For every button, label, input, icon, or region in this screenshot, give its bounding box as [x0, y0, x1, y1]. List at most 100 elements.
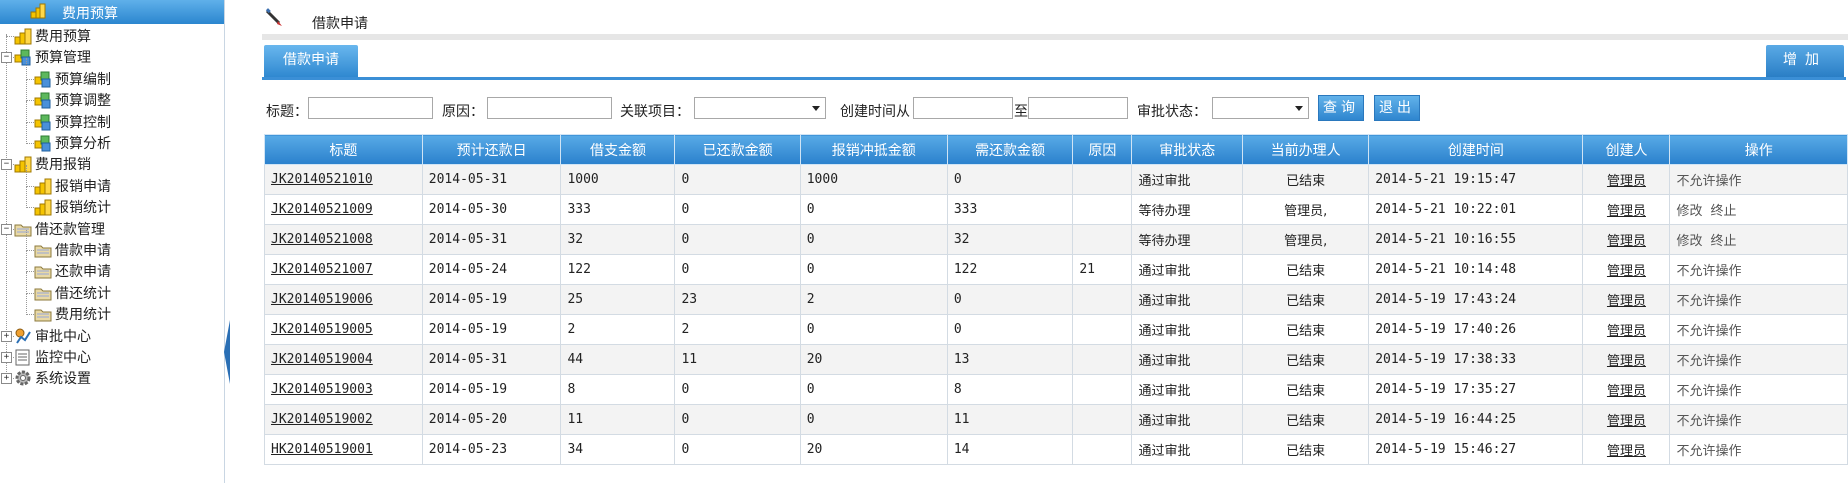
creator-link[interactable]: 管理员 [1607, 294, 1646, 309]
edit-action[interactable]: 修改 [1676, 234, 1702, 249]
title-link[interactable]: JK20140519004 [271, 352, 373, 367]
tree-branch-line [26, 271, 34, 273]
column-header: 需还款金额 [946, 134, 1074, 165]
creator-link[interactable]: 管理员 [1607, 234, 1646, 249]
creator-link[interactable]: 管理员 [1607, 414, 1646, 429]
sidebar-item[interactable]: 借还统计 [34, 282, 111, 304]
ops-cell: 不允许操作 [1669, 404, 1848, 435]
sidebar-item[interactable]: 预算分析 [34, 132, 111, 154]
sidebar-item[interactable]: 费用统计 [34, 303, 111, 325]
created-from-input[interactable] [913, 97, 1013, 119]
expand-toggle-icon[interactable]: + [1, 373, 12, 385]
tree-child-line [26, 293, 27, 316]
query-button[interactable]: 查询 [1318, 95, 1364, 121]
status-filter-select[interactable] [1212, 97, 1309, 119]
title-link[interactable]: JK20140519002 [271, 412, 373, 427]
creator-link[interactable]: 管理员 [1607, 174, 1646, 189]
sidebar-item[interactable]: 借款申请 [34, 239, 111, 261]
expand-toggle-icon[interactable]: + [1, 352, 12, 363]
terminate-action[interactable]: 终止 [1711, 204, 1737, 219]
reason-filter-label: 原因： [442, 104, 484, 120]
tree-child-line [26, 58, 27, 80]
edit-action[interactable]: 修改 [1676, 204, 1702, 219]
sidebar-item-label: 预算管理 [35, 50, 91, 67]
table-row[interactable]: JK20140519005 2014-05-19 2 2 0 0 通过审批 已结束 2014-5… [264, 314, 1848, 345]
repaid-amount-cell: 2 [674, 314, 801, 345]
status-cell: 通过审批 [1131, 164, 1244, 195]
table-row[interactable]: JK20140521007 2014-05-24 122 0 0 122 21 通过审批 已结束… [264, 254, 1848, 285]
collapse-toggle-icon[interactable]: − [1, 52, 12, 64]
tree-branch-line [26, 250, 34, 251]
table-row[interactable]: JK20140521008 2014-05-31 32 0 0 32 等待办理 管理员, 201… [264, 224, 1848, 255]
sidebar-item[interactable]: 报销统计 [34, 196, 111, 218]
title-link[interactable]: JK20140519005 [271, 322, 373, 337]
table-row[interactable]: JK20140519003 2014-05-19 8 0 0 8 通过审批 已结束 2014-5… [264, 374, 1848, 405]
creator-link[interactable]: 管理员 [1607, 264, 1646, 279]
collapse-toggle-icon[interactable]: − [1, 159, 12, 171]
title-cell: JK20140521007 [264, 254, 423, 285]
tree-child-line [26, 186, 27, 209]
sidebar-item-label: 借款申请 [55, 243, 111, 259]
folder-icon [34, 241, 52, 259]
status-cell: 通过审批 [1131, 374, 1244, 405]
sidebar-header[interactable]: 费用预算 [0, 0, 224, 24]
creator-link[interactable]: 管理员 [1607, 384, 1646, 399]
reason-filter-input[interactable] [487, 97, 612, 119]
title-link[interactable]: JK20140521008 [271, 232, 373, 247]
tree-branch-line [26, 78, 34, 80]
repaid-amount-cell: 0 [674, 194, 801, 225]
sidebar-item[interactable]: 预算编制 [34, 68, 111, 90]
reason-cell [1072, 284, 1133, 315]
table-row[interactable]: JK20140521010 2014-05-31 1000 0 1000 0 通过审批 已结束… [264, 164, 1848, 195]
creator-link[interactable]: 管理员 [1607, 444, 1646, 459]
title-link[interactable]: JK20140519006 [271, 292, 373, 307]
owed-amount-cell: 0 [946, 314, 1074, 345]
created-time-cell: 2014-5-21 10:14:48 [1368, 254, 1584, 285]
sidebar-item[interactable]: 还款申请 [34, 260, 111, 282]
sidebar-item[interactable]: 借还款管理 [14, 218, 105, 240]
title-filter-input[interactable] [308, 97, 433, 119]
offset-amount-cell: 0 [799, 374, 948, 405]
exit-button[interactable]: 退出 [1374, 95, 1420, 121]
ops-cell: 修改 终止 [1669, 224, 1848, 255]
sidebar-item[interactable]: 预算调整 [34, 89, 111, 111]
title-link[interactable]: JK20140521009 [271, 202, 373, 217]
title-link[interactable]: JK20140521010 [271, 172, 373, 187]
expand-toggle-icon[interactable]: + [1, 330, 12, 342]
sidebar-item[interactable]: 预算控制 [34, 111, 111, 133]
title-link[interactable]: JK20140519003 [271, 382, 373, 397]
add-button[interactable]: 增加 [1766, 45, 1844, 77]
created-time-cell: 2014-5-19 17:35:27 [1368, 374, 1584, 405]
title-cell: JK20140519006 [264, 284, 423, 315]
sidebar-item[interactable]: 审批中心 [14, 325, 91, 347]
sidebar-collapse-handle[interactable] [224, 320, 230, 384]
tab-loan-application[interactable]: 借款申请 [264, 45, 358, 77]
owed-amount-cell: 14 [946, 434, 1074, 465]
collapse-toggle-icon[interactable]: − [1, 223, 12, 235]
title-link[interactable]: HK20140519001 [271, 442, 373, 457]
handler-cell: 已结束 [1242, 284, 1370, 315]
creator-link[interactable]: 管理员 [1607, 204, 1646, 219]
sidebar-item[interactable]: 费用预算 [14, 25, 91, 47]
column-header: 创建人 [1582, 134, 1671, 165]
title-link[interactable]: JK20140521007 [271, 262, 373, 277]
sidebar-item[interactable]: 系统设置 [14, 367, 91, 389]
table-row[interactable]: JK20140519002 2014-05-20 11 0 0 11 通过审批 已结束 2014… [264, 404, 1848, 435]
ops-cell: 不允许操作 [1669, 314, 1848, 345]
sidebar-item[interactable]: 报销申请 [34, 175, 111, 197]
created-to-input[interactable] [1028, 97, 1128, 119]
repaid-amount-cell: 0 [674, 374, 801, 405]
creator-link[interactable]: 管理员 [1607, 354, 1646, 369]
table-row[interactable]: JK20140519006 2014-05-19 25 23 2 0 通过审批 已结束 2014… [264, 284, 1848, 315]
sidebar-item[interactable]: 监控中心 [14, 346, 91, 368]
terminate-action[interactable]: 终止 [1711, 234, 1737, 249]
borrow-amount-cell: 2 [560, 314, 676, 345]
table-row[interactable]: HK20140519001 2014-05-23 34 0 20 14 通过审批 已结束 201… [264, 434, 1848, 465]
handler-cell: 已结束 [1242, 254, 1370, 285]
table-row[interactable]: JK20140521009 2014-05-30 333 0 0 333 等待办理 管理员, 2… [264, 194, 1848, 225]
creator-link[interactable]: 管理员 [1607, 324, 1646, 339]
table-row[interactable]: JK20140519004 2014-05-31 44 11 20 13 通过审批 已结束 20… [264, 344, 1848, 375]
project-filter-select[interactable] [694, 97, 826, 119]
main-content: 借款申请 借款申请 增加 标题： 原因： 关联项目： 创建时间从 至 审批状态：… [262, 0, 1848, 483]
created-to-label: 至 [1014, 104, 1028, 120]
